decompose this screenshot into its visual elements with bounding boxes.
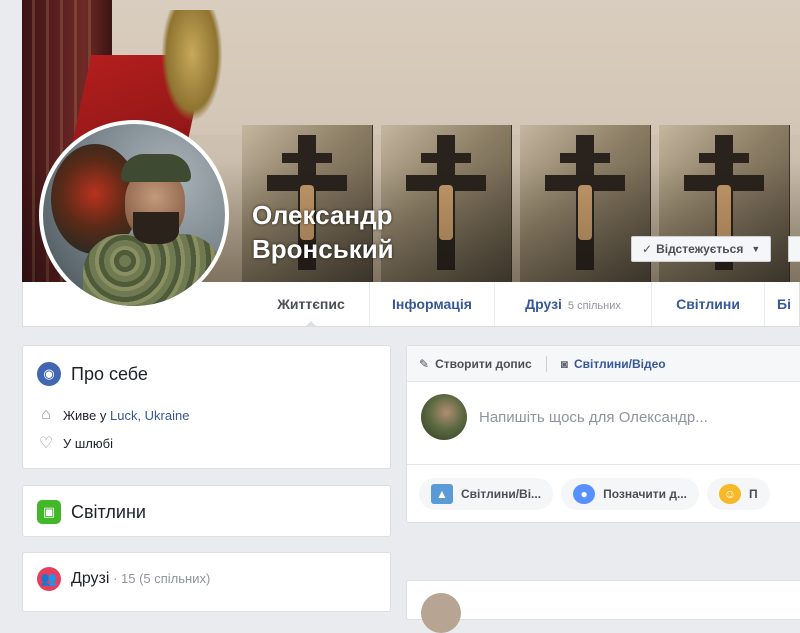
avatar-beard	[133, 212, 179, 244]
lives-in-prefix: Живе у	[63, 407, 110, 423]
home-icon: ⌂	[41, 406, 51, 423]
photos-icon: ▣	[37, 500, 61, 524]
intro-header: ◉ Про себе	[23, 346, 390, 402]
photo-video-button-label: Світлини/Ві...	[461, 487, 542, 501]
intro-title: Про себе	[71, 363, 148, 384]
heart-icon: ♡	[38, 435, 54, 452]
cover-tassel	[162, 10, 222, 120]
composer-actions: ▲ Світлини/Ві... ● Позначити д... ☺ П	[419, 478, 770, 510]
profile-name-line1: Олександр	[252, 200, 393, 230]
composer-input[interactable]: Напишіть щось для Олександр...	[421, 394, 708, 440]
globe-icon: ◉	[37, 362, 61, 386]
tab-more-label: Бі	[777, 296, 791, 312]
friends-count: · 15 (5 спільних)	[109, 571, 211, 586]
following-label: Відстежується	[656, 242, 744, 256]
more-actions-button[interactable]	[788, 236, 800, 262]
photo-video-button[interactable]: ▲ Світлини/Ві...	[419, 478, 554, 510]
tab-timeline[interactable]: Життєпис	[253, 282, 369, 327]
photo-video-tab[interactable]: ◙ Світлини/Відео	[561, 357, 666, 371]
pencil-icon: ✎	[419, 356, 430, 371]
friends-title: Друзі	[71, 570, 110, 587]
post-avatar	[421, 593, 461, 633]
profile-name-line2: Вронський	[252, 234, 394, 264]
photos-title: Світлини	[71, 501, 146, 522]
avatar-cap	[121, 154, 191, 182]
composer-card: ✎ Створити допис ◙ Світлини/Відео Напиші…	[406, 345, 800, 523]
tag-friends-button[interactable]: ● Позначити д...	[561, 478, 699, 510]
intro-card: ◉ Про себе ⌂ Живе у Luck, Ukraine ♡ У шл…	[22, 345, 391, 469]
create-post-label: Створити допис	[435, 356, 532, 371]
feeling-icon: ☺	[719, 484, 741, 504]
check-icon: ✓	[642, 242, 653, 256]
tab-photos[interactable]: Світлини	[652, 282, 764, 326]
tab-about-label: Інформація	[392, 296, 472, 312]
following-button[interactable]: ✓ Відстежується ▼	[631, 236, 772, 262]
tag-friends-button-label: Позначити д...	[603, 487, 687, 501]
photos-card: ▣ Світлини	[22, 485, 391, 537]
photos-header[interactable]: ▣ Світлини	[23, 486, 390, 538]
friends-card: 👥 Друзі · 15 (5 спільних)	[22, 552, 391, 612]
feed-post-card	[406, 580, 800, 633]
photo-video-label: Світлини/Відео	[573, 356, 666, 371]
photo-icon: ▲	[431, 484, 453, 504]
tab-friends[interactable]: Друзі 5 спільних	[495, 282, 651, 326]
friends-icon: 👥	[37, 567, 61, 591]
profile-avatar[interactable]	[39, 120, 229, 310]
caret-down-icon: ▼	[751, 244, 761, 254]
tab-more[interactable]: Бі	[765, 282, 800, 326]
tab-timeline-label: Життєпис	[277, 296, 345, 312]
lives-in-link[interactable]: Luck, Ukraine	[110, 408, 189, 423]
friends-header[interactable]: 👥 Друзі · 15 (5 спільних)	[23, 553, 390, 605]
composer-placeholder: Напишіть щось для Олександр...	[479, 408, 708, 426]
tab-about[interactable]: Інформація	[370, 282, 494, 326]
feeling-button[interactable]: ☺ П	[707, 478, 770, 510]
relationship-text: У шлюбі	[63, 435, 113, 451]
feeling-button-label: П	[749, 487, 758, 501]
profile-name[interactable]: Олександр Вронський	[252, 198, 482, 266]
tab-friends-label: Друзі	[525, 296, 562, 312]
tag-friends-icon: ●	[573, 484, 596, 504]
lives-in-row: ⌂ Живе у Luck, Ukraine	[23, 402, 390, 428]
avatar-photo	[43, 124, 225, 306]
tab-photos-label: Світлини	[676, 296, 740, 312]
create-post-tab[interactable]: ✎ Створити допис	[419, 357, 532, 371]
camera-icon: ◙	[560, 356, 568, 371]
relationship-row: ♡ У шлюбі	[23, 428, 390, 458]
composer-tabs: ✎ Створити допис ◙ Світлини/Відео	[407, 346, 800, 382]
tab-friends-mutual: 5 спільних	[567, 300, 621, 312]
avatar-body	[83, 234, 223, 306]
composer-avatar	[421, 394, 467, 440]
